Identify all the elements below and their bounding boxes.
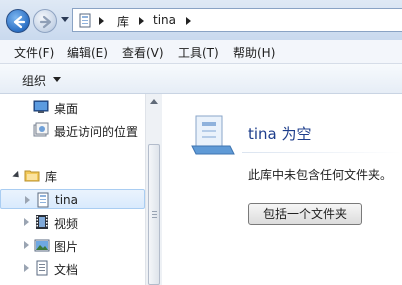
desktop-icon: [33, 100, 49, 113]
nav-item-label: 库: [45, 170, 58, 184]
collapsed-arrow-icon[interactable]: [25, 196, 30, 204]
recent-pages-dropdown-icon[interactable]: [61, 17, 69, 22]
address-box[interactable]: 库 tina: [72, 8, 402, 32]
menu-file[interactable]: 文件(F): [14, 44, 54, 61]
collapsed-arrow-icon[interactable]: [24, 264, 29, 272]
menu-bar: 文件(F) 编辑(E) 查看(V) 工具(T) 帮助(H): [0, 40, 402, 64]
menu-view[interactable]: 查看(V): [122, 44, 164, 61]
library-large-icon: [191, 115, 235, 155]
nav-item-tina[interactable]: tina: [0, 189, 145, 209]
forward-arrow-icon: [39, 15, 52, 29]
nav-pane-scrollbar[interactable]: [145, 94, 162, 285]
nav-item-recent-places[interactable]: 最近访问的位置: [0, 120, 145, 140]
nav-item-label: 视频: [54, 217, 79, 231]
grip-line: [152, 214, 157, 215]
expanded-arrow-icon[interactable]: [12, 170, 22, 181]
nav-item-documents[interactable]: 文档: [0, 258, 145, 278]
library-icon: [37, 192, 49, 208]
back-button[interactable]: [6, 9, 30, 33]
menu-edit[interactable]: 编辑(E): [67, 44, 108, 61]
library-location-icon: [79, 13, 91, 28]
grip-line: [152, 217, 157, 218]
divider: [242, 152, 402, 153]
navigation-pane: 桌面 最近访问的位置 库 tina 视频 图片 文档: [0, 94, 162, 285]
nav-item-label: 图片: [54, 240, 79, 254]
nav-item-libraries[interactable]: 库: [0, 165, 145, 185]
breadcrumb-separator-icon[interactable]: [99, 17, 104, 25]
scroll-up-arrow-icon[interactable]: [150, 99, 158, 104]
nav-item-label: 桌面: [54, 102, 79, 116]
nav-item-label: tina: [55, 193, 78, 207]
content-pane: tina 为空 此库中未包含任何文件夹。 包括一个文件夹: [162, 94, 402, 285]
breadcrumb-libraries[interactable]: 库: [117, 13, 129, 30]
documents-icon: [36, 260, 48, 276]
library-title: tina 为空: [248, 125, 312, 143]
libraries-icon: [24, 170, 40, 182]
nav-item-videos[interactable]: 视频: [0, 212, 145, 232]
recent-places-icon: [33, 122, 49, 137]
empty-library-message: 此库中未包含任何文件夹。: [248, 168, 393, 182]
organize-button[interactable]: 组织: [22, 72, 46, 89]
menu-tools[interactable]: 工具(T): [178, 44, 219, 61]
nav-item-desktop[interactable]: 桌面: [0, 97, 145, 117]
forward-button[interactable]: [33, 9, 57, 33]
menu-help[interactable]: 帮助(H): [233, 44, 275, 61]
include-folder-button[interactable]: 包括一个文件夹: [248, 203, 362, 225]
back-arrow-icon: [13, 15, 26, 29]
address-bar-row: 库 tina: [0, 0, 402, 40]
pictures-icon: [34, 239, 50, 252]
nav-item-label: 最近访问的位置: [54, 125, 139, 139]
grip-line: [152, 211, 157, 212]
command-bar: 组织: [0, 64, 402, 94]
breadcrumb-separator-icon[interactable]: [186, 17, 191, 25]
breadcrumb-separator-icon[interactable]: [139, 17, 144, 25]
collapsed-arrow-icon[interactable]: [24, 218, 29, 226]
breadcrumb-tina[interactable]: tina: [153, 13, 176, 27]
chevron-down-icon[interactable]: [53, 77, 61, 82]
scrollbar-thumb[interactable]: [148, 144, 160, 285]
videos-icon: [36, 215, 48, 229]
collapsed-arrow-icon[interactable]: [24, 241, 29, 249]
nav-item-pictures[interactable]: 图片: [0, 235, 145, 255]
nav-item-label: 文档: [54, 263, 79, 277]
